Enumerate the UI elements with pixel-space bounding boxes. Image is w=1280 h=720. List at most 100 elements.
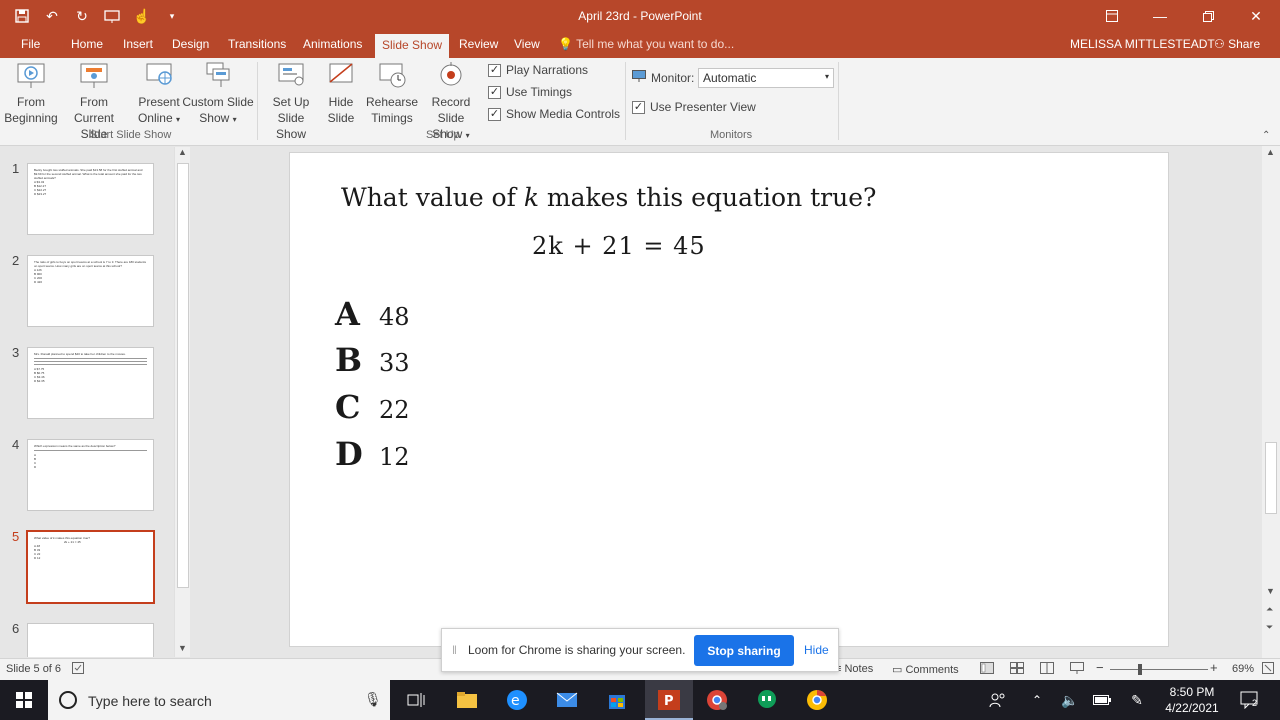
- pen-icon[interactable]: ✎: [1125, 688, 1149, 712]
- chrome-profile-icon[interactable]: [705, 688, 729, 712]
- monitor-dropdown[interactable]: Automatic ▾: [698, 68, 834, 88]
- edge-browser-icon[interactable]: e: [505, 688, 529, 712]
- normal-view-icon[interactable]: [980, 662, 994, 677]
- minimize-icon[interactable]: —: [1136, 0, 1184, 32]
- slide-thumbnail-5[interactable]: What value of k makes this equation true…: [26, 530, 155, 604]
- svg-text:e: e: [511, 693, 520, 709]
- scroll-up-icon[interactable]: ▲: [1266, 147, 1275, 157]
- task-view-icon[interactable]: [404, 688, 428, 712]
- next-slide-icon[interactable]: ⏷: [1266, 622, 1273, 633]
- from-beginning-label-1: From: [17, 95, 45, 109]
- zoom-slider[interactable]: [1110, 664, 1208, 675]
- stop-sharing-button[interactable]: Stop sharing: [694, 635, 794, 666]
- chrome-browser-icon[interactable]: [805, 688, 829, 712]
- zoom-out-icon[interactable]: −: [1096, 660, 1104, 675]
- answer-option-d[interactable]: D 12: [335, 435, 410, 473]
- present-online-button[interactable]: Present Online ▾: [136, 60, 182, 128]
- restore-icon[interactable]: [1184, 0, 1232, 32]
- scroll-up-icon[interactable]: ▲: [178, 147, 187, 157]
- checkmark-icon: ✓: [488, 85, 501, 99]
- hangouts-icon[interactable]: [755, 688, 779, 712]
- file-explorer-icon[interactable]: [455, 688, 479, 712]
- slide-scroll-thumb[interactable]: [1265, 442, 1277, 514]
- spell-check-icon[interactable]: [72, 662, 84, 677]
- tab-review[interactable]: Review: [459, 37, 498, 51]
- reading-view-icon[interactable]: [1040, 662, 1054, 677]
- battery-icon[interactable]: [1090, 688, 1114, 712]
- notes-button[interactable]: ≡ Notes: [835, 663, 873, 675]
- answer-option-a[interactable]: A 48: [335, 295, 410, 333]
- use-timings-checkbox[interactable]: ✓ Use Timings: [488, 85, 572, 99]
- tell-me-search[interactable]: 💡 Tell me what you want to do...: [558, 37, 734, 51]
- tab-design[interactable]: Design: [172, 37, 209, 51]
- show-hidden-icons-icon[interactable]: ⌃: [1025, 688, 1049, 712]
- ribbon-display-options-icon[interactable]: [1088, 0, 1136, 32]
- tab-file[interactable]: File: [21, 37, 40, 51]
- collapse-ribbon-icon[interactable]: ⌃: [1262, 130, 1270, 141]
- slide-sorter-icon[interactable]: [1010, 662, 1024, 677]
- taskbar-search-box[interactable]: Type here to search 🎙: [48, 680, 390, 720]
- scroll-down-icon[interactable]: ▼: [1266, 586, 1275, 596]
- microphone-icon[interactable]: 🎙: [364, 691, 382, 708]
- set-up-slide-show-button[interactable]: Set Up Slide Show: [261, 60, 321, 142]
- previous-slide-icon[interactable]: ⏶: [1266, 604, 1273, 615]
- slide-thumbnail-1[interactable]: Becky bought two stuffed animals. She pa…: [27, 163, 154, 235]
- comments-button[interactable]: ▭ Comments: [892, 663, 959, 676]
- store-icon[interactable]: [605, 688, 629, 712]
- answer-option-c[interactable]: C 22: [335, 388, 410, 426]
- hide-slide-label-2: Slide: [327, 111, 355, 125]
- slide-thumbnail-3[interactable]: Mrs. Ronald planned to spend $40 to take…: [27, 347, 154, 419]
- from-beginning-button[interactable]: From Beginning: [4, 60, 58, 126]
- thumbnail-text: Becky bought two stuffed animals. She pa…: [34, 168, 143, 180]
- tab-transitions[interactable]: Transitions: [228, 37, 286, 51]
- action-center-icon[interactable]: 2: [1238, 688, 1262, 712]
- thumbnail-number: 4: [12, 437, 20, 452]
- thumbnail-scroll-thumb[interactable]: [177, 163, 189, 588]
- question-text[interactable]: What value of k makes this equation true…: [341, 183, 876, 212]
- equation[interactable]: 2k + 21 = 45: [532, 232, 706, 260]
- hide-link[interactable]: Hide: [804, 643, 829, 657]
- powerpoint-icon: P: [657, 688, 681, 712]
- zoom-slider-handle[interactable]: [1138, 664, 1142, 675]
- show-media-controls-checkbox[interactable]: ✓ Show Media Controls: [488, 107, 620, 121]
- slide-thumbnail-2[interactable]: The ratio of girls to boys on sport team…: [27, 255, 154, 327]
- zoom-level[interactable]: 69%: [1232, 663, 1254, 675]
- slide-show-view-icon[interactable]: [1070, 662, 1084, 677]
- thumbnail-line: [34, 364, 147, 365]
- slide-thumbnail-4[interactable]: Which expression means the same as the d…: [27, 439, 154, 511]
- thumbnail-option: D 12: [34, 556, 41, 560]
- mail-icon[interactable]: [555, 688, 579, 712]
- windows-start-icon[interactable]: [12, 688, 36, 712]
- tab-insert[interactable]: Insert: [123, 37, 153, 51]
- tab-home[interactable]: Home: [71, 37, 103, 51]
- volume-icon[interactable]: 🔈: [1058, 688, 1082, 712]
- share-label: Share: [1228, 37, 1261, 51]
- people-icon[interactable]: [986, 688, 1010, 712]
- play-narrations-checkbox[interactable]: ✓ Play Narrations: [488, 63, 588, 77]
- thumbnail-number: 6: [12, 621, 20, 636]
- scroll-down-icon[interactable]: ▼: [178, 643, 187, 653]
- fit-slide-icon[interactable]: [1262, 662, 1274, 677]
- share-button[interactable]: ⚇ Share: [1214, 37, 1260, 51]
- system-clock[interactable]: 8:50 PM 4/22/2021: [1160, 684, 1224, 716]
- user-name[interactable]: MELISSA MITTLESTEADT: [1070, 37, 1215, 51]
- tab-slide-show[interactable]: Slide Show: [375, 34, 450, 58]
- present-online-label-2-wrap: Online ▾: [136, 110, 182, 128]
- slide-scrollbar[interactable]: ▲ ▼ ⏶ ⏷: [1262, 146, 1280, 658]
- drag-handle-icon[interactable]: ‖: [452, 643, 457, 657]
- use-presenter-view-checkbox[interactable]: ✓ Use Presenter View: [632, 100, 756, 114]
- custom-slide-show-button[interactable]: Custom Slide Show ▾: [182, 60, 254, 128]
- current-slide[interactable]: What value of k makes this equation true…: [289, 152, 1169, 647]
- tab-animations[interactable]: Animations: [303, 37, 362, 51]
- answer-option-b[interactable]: B 33: [335, 341, 410, 379]
- slide-thumbnail-6[interactable]: [27, 623, 154, 657]
- answer-value: 33: [379, 349, 410, 377]
- thumbnail-scrollbar[interactable]: ▲ ▼: [174, 147, 190, 657]
- cortana-icon: [58, 690, 78, 713]
- powerpoint-taskbar-button[interactable]: P: [645, 680, 693, 720]
- hide-slide-button[interactable]: Hide Slide: [322, 60, 360, 126]
- rehearse-timings-button[interactable]: Rehearse Timings: [366, 60, 418, 126]
- tab-view[interactable]: View: [514, 37, 540, 51]
- zoom-in-icon[interactable]: +: [1210, 660, 1218, 675]
- close-icon[interactable]: ✕: [1232, 0, 1280, 32]
